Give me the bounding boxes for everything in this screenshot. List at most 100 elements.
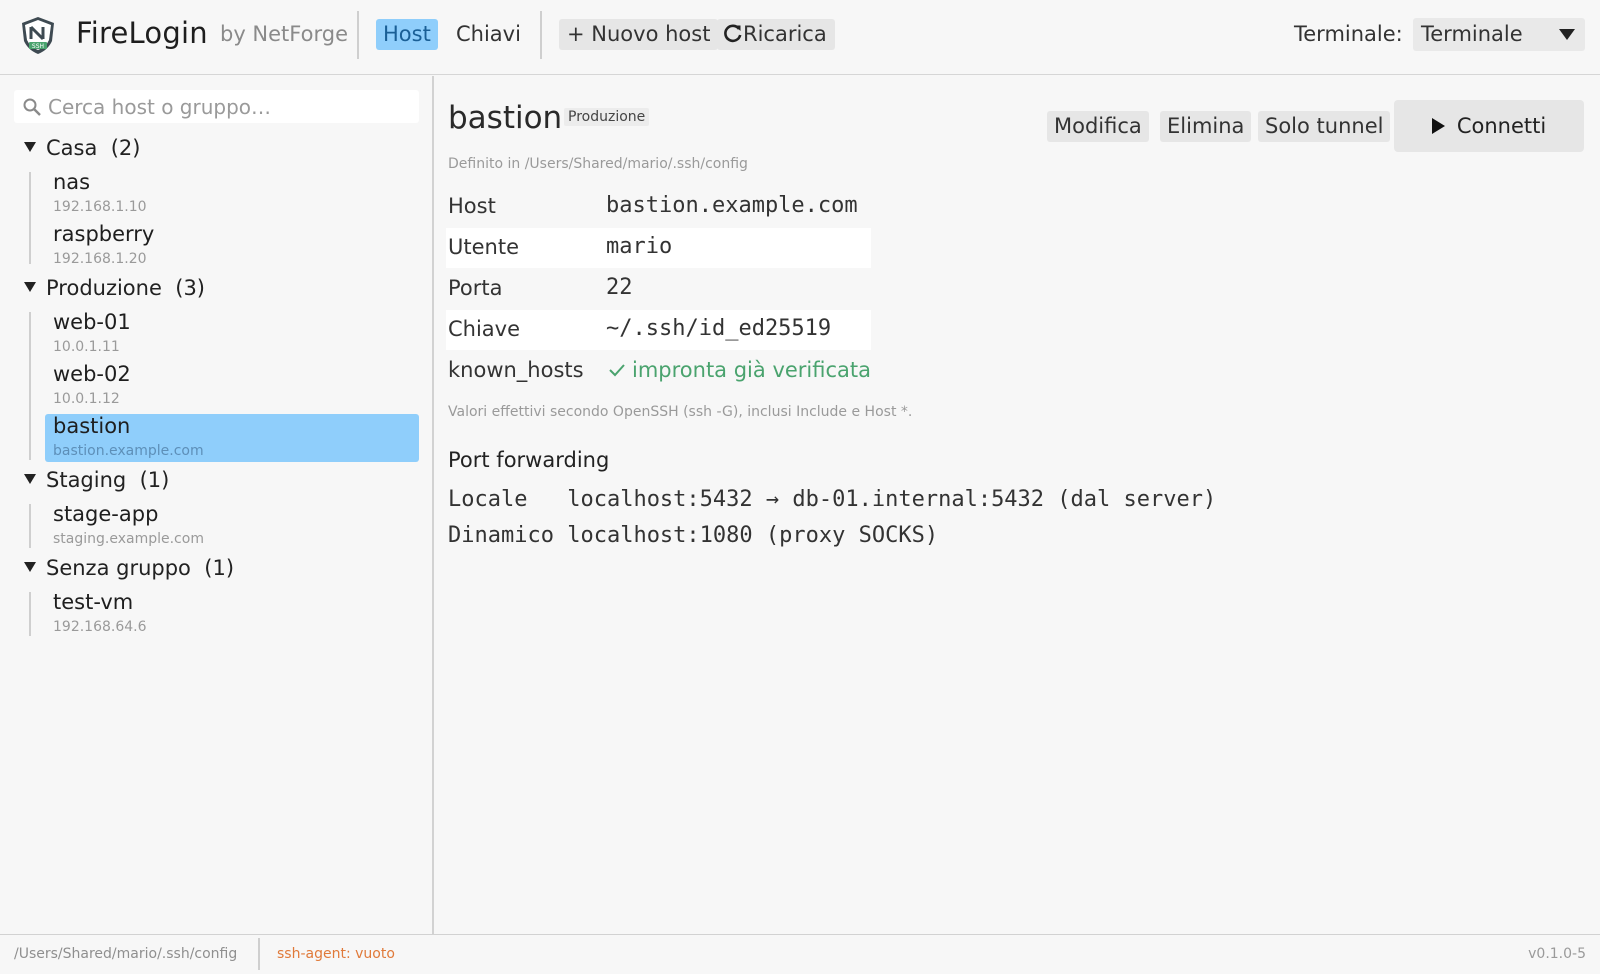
host-address: bastion.example.com — [53, 443, 204, 459]
host-name: raspberry — [53, 222, 155, 246]
forward-type: Locale — [448, 487, 554, 512]
group-label: Staging — [46, 468, 127, 492]
group-count: (1) — [139, 468, 170, 492]
config-source: Definito in /Users/Shared/mario/.ssh/con… — [448, 156, 748, 172]
ssh-agent-status: ssh-agent: vuoto — [277, 946, 395, 962]
triangle-down-icon — [24, 142, 36, 152]
connect-label: Connetti — [1456, 114, 1547, 138]
reload-button[interactable]: Ricarica — [717, 19, 835, 50]
group-badge: Produzione — [564, 108, 650, 126]
field-value: bastion.example.com — [606, 193, 858, 218]
triangle-down-icon — [24, 282, 36, 292]
top-toolbar: SSH FireLogin by NetForge Host Chiavi + … — [0, 0, 1600, 75]
toolbar-divider — [357, 11, 359, 59]
group-count: (2) — [110, 136, 141, 160]
group-tree-line — [29, 592, 31, 636]
search-icon — [23, 98, 41, 116]
reload-icon — [724, 24, 742, 43]
forward-type: Dinamico — [448, 523, 554, 548]
field-value: mario — [606, 234, 673, 259]
check-icon — [609, 364, 625, 377]
reload-label: Ricarica — [743, 22, 827, 46]
app-name: FireLogin — [76, 16, 208, 50]
chevron-down-icon — [1559, 29, 1575, 40]
group-tree-line — [29, 312, 31, 460]
status-config-path: /Users/Shared/mario/.ssh/config — [14, 946, 238, 962]
field-row-key: Chiave ~/.ssh/id_ed25519 — [446, 310, 871, 350]
field-key: Host — [448, 194, 496, 218]
host-item-bastion[interactable]: bastion bastion.example.com — [45, 414, 419, 462]
host-address: 192.168.1.10 — [53, 199, 147, 215]
new-host-button[interactable]: + Nuovo host — [559, 19, 719, 50]
known-hosts-value: impronta già verificata — [632, 358, 871, 382]
host-sidebar: Casa (2) nas 192.168.1.10 raspberry 192.… — [0, 76, 434, 934]
port-forwarding-title: Port forwarding — [448, 448, 610, 472]
forward-rule: Locale localhost:5432 → db-01.internal:5… — [448, 487, 1216, 512]
field-row-host: Host bastion.example.com — [446, 187, 871, 227]
effective-values-note: Valori effettivi secondo OpenSSH (ssh -G… — [448, 404, 913, 420]
host-item-test-vm[interactable]: test-vm 192.168.64.6 — [45, 590, 419, 638]
host-item-web-01[interactable]: web-01 10.0.1.11 — [45, 310, 419, 358]
group-count: (3) — [175, 276, 205, 300]
host-name: web-01 — [53, 310, 131, 334]
field-key: Chiave — [448, 317, 521, 341]
group-label: Senza gruppo — [46, 556, 191, 580]
field-value: ~/.ssh/id_ed25519 — [606, 316, 832, 341]
host-address: staging.example.com — [53, 531, 204, 547]
tab-host[interactable]: Host — [376, 19, 438, 50]
edit-button[interactable]: Modifica — [1047, 111, 1149, 142]
forward-rule: Dinamico localhost:1080 (proxy SOCKS) — [448, 523, 938, 548]
host-item-web-02[interactable]: web-02 10.0.1.12 — [45, 362, 419, 410]
host-address: 192.168.1.20 — [53, 251, 147, 267]
field-key: known_hosts — [448, 358, 584, 382]
tab-keys[interactable]: Chiavi — [449, 19, 528, 50]
tunnel-only-button[interactable]: Solo tunnel — [1258, 111, 1391, 142]
delete-button[interactable]: Elimina — [1160, 111, 1252, 142]
triangle-down-icon — [24, 562, 36, 572]
group-header-staging[interactable]: Staging (1) — [24, 468, 169, 492]
terminal-selected-value: Terminale — [1421, 22, 1523, 46]
host-item-raspberry[interactable]: raspberry 192.168.1.20 — [45, 222, 419, 270]
status-divider — [258, 938, 260, 970]
search-input[interactable] — [48, 90, 408, 123]
host-address: 10.0.1.11 — [53, 339, 120, 355]
terminal-label: Terminale: — [1294, 22, 1403, 46]
host-address: 192.168.64.6 — [53, 619, 147, 635]
host-detail-panel: bastion Produzione Modifica Elimina Solo… — [436, 76, 1600, 934]
play-icon — [1431, 118, 1445, 134]
group-header-senza-gruppo[interactable]: Senza gruppo (1) — [24, 556, 234, 580]
field-key: Porta — [448, 276, 503, 300]
triangle-down-icon — [24, 474, 36, 484]
field-row-known-hosts: known_hosts impronta già verificata — [446, 351, 871, 391]
terminal-select[interactable]: Terminale — [1413, 18, 1585, 51]
group-tree-line — [29, 504, 31, 548]
host-item-nas[interactable]: nas 192.168.1.10 — [45, 170, 419, 218]
field-value: 22 — [606, 275, 633, 300]
group-tree-line — [29, 172, 31, 264]
host-title: bastion — [448, 100, 563, 136]
app-logo-icon: SSH — [22, 17, 54, 54]
field-key: Utente — [448, 235, 519, 259]
app-vendor: by NetForge — [220, 22, 348, 46]
toolbar-divider — [540, 11, 542, 59]
search-box — [14, 90, 419, 123]
group-count: (1) — [204, 556, 235, 580]
known-hosts-status: impronta già verificata — [608, 358, 871, 382]
status-bar: /Users/Shared/mario/.ssh/config ssh-agen… — [0, 934, 1600, 974]
forward-desc: localhost:1080 (proxy SOCKS) — [567, 523, 939, 548]
forward-desc: localhost:5432 → db-01.internal:5432 (da… — [567, 487, 1217, 512]
group-label: Casa — [46, 136, 98, 160]
field-row-port: Porta 22 — [446, 269, 871, 309]
host-name: nas — [53, 170, 91, 194]
host-address: 10.0.1.12 — [53, 391, 120, 407]
field-row-user: Utente mario — [446, 228, 871, 268]
host-name: web-02 — [53, 362, 131, 386]
host-item-stage-app[interactable]: stage-app staging.example.com — [45, 502, 419, 550]
group-header-produzione[interactable]: Produzione (3) — [24, 276, 205, 300]
host-name: test-vm — [53, 590, 134, 614]
group-header-casa[interactable]: Casa (2) — [24, 136, 140, 160]
app-version: v0.1.0-5 — [1528, 946, 1586, 962]
group-label: Produzione — [46, 276, 162, 300]
host-name: bastion — [53, 414, 131, 438]
connect-button[interactable]: Connetti — [1394, 100, 1584, 152]
